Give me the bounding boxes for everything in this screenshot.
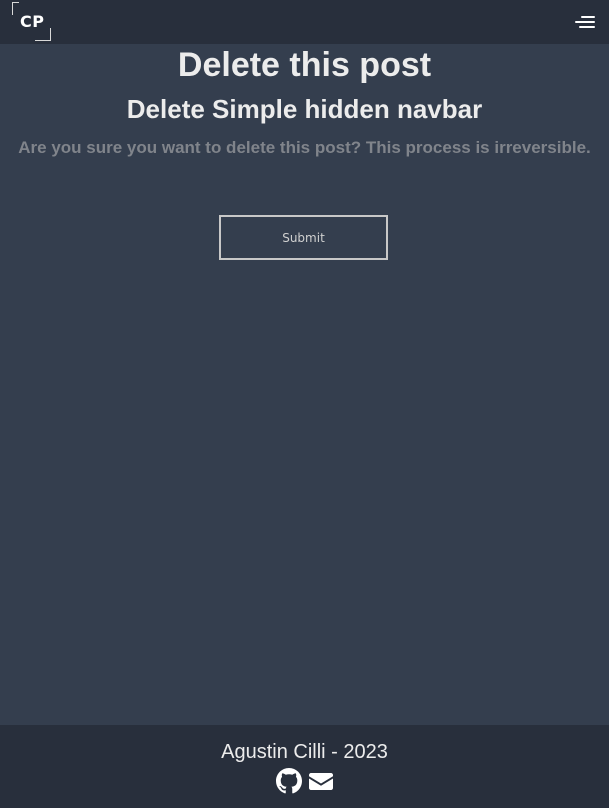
logo-corner-top-left — [12, 2, 19, 15]
post-title: Delete Simple hidden navbar — [126, 94, 483, 124]
envelope-icon[interactable] — [308, 768, 334, 794]
github-icon[interactable] — [275, 768, 302, 794]
page-title: Delete this post — [177, 46, 432, 84]
menu-line-2 — [575, 21, 595, 23]
submit-button[interactable]: Submit — [219, 215, 388, 260]
logo-text: CP — [20, 12, 45, 31]
hamburger-menu-icon[interactable] — [573, 14, 595, 30]
menu-line-1 — [581, 16, 595, 18]
top-navbar: CP — [0, 0, 609, 44]
footer-credit: Agustin Cilli - 2023 — [221, 741, 388, 763]
footer: Agustin Cilli - 2023 — [0, 725, 609, 808]
main-content: Delete this post Delete Simple hidden na… — [0, 44, 609, 725]
footer-icons — [0, 768, 609, 794]
site-logo[interactable]: CP — [10, 2, 52, 42]
delete-warning-text: Are you sure you want to delete this pos… — [18, 138, 591, 157]
menu-line-3 — [579, 26, 595, 28]
